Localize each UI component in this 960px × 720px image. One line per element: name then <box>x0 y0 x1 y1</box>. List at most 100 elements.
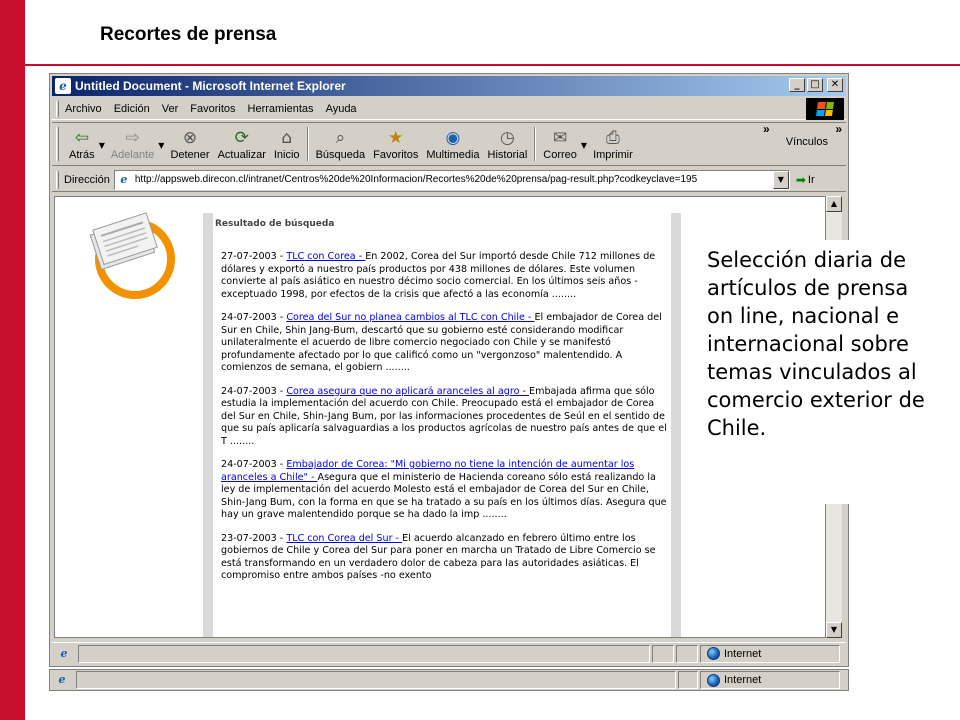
ie-page-icon: e <box>60 646 68 660</box>
scroll-down-button[interactable]: ▼ <box>826 622 842 638</box>
windows-logo <box>806 98 844 120</box>
links-chevron[interactable]: » <box>835 122 842 136</box>
print-label: Imprimir <box>593 149 633 161</box>
stop-label: Detener <box>170 149 210 161</box>
ie-page-icon: e <box>120 172 128 186</box>
back-button[interactable]: ⇦ Atrás <box>65 127 99 161</box>
favorites-label: Favoritos <box>373 149 419 161</box>
search-results: Resultado de búsqueda 27-07-2003 - TLC c… <box>215 219 671 594</box>
address-dropdown[interactable]: ▼ <box>772 170 789 189</box>
zone-label: Internet <box>724 647 762 660</box>
window-title: Untitled Document - Microsoft Internet E… <box>75 79 346 93</box>
status-cell <box>676 644 698 663</box>
go-arrow-icon: ➡ <box>795 172 806 187</box>
forward-button[interactable]: ⇨ Adelante <box>107 127 158 161</box>
ie-page-icon: e <box>55 78 71 94</box>
back-dropdown[interactable]: ▼ <box>99 141 105 150</box>
status-cell <box>652 644 674 663</box>
result-item: 23-07-2003 - TLC con Corea del Sur - El … <box>215 533 671 583</box>
description-callout: Selección diaria de artículos de prensa … <box>697 240 937 504</box>
window-titlebar[interactable]: e Untitled Document - Microsoft Internet… <box>52 76 846 96</box>
forward-arrow-icon: ⇨ <box>125 128 140 148</box>
menubar-grip[interactable] <box>56 100 59 117</box>
search-icon: ⌕ <box>335 128 346 148</box>
search-button[interactable]: ⌕ Búsqueda <box>312 127 370 161</box>
toolbar-separator <box>306 127 309 161</box>
window-controls: _ □ ✕ <box>789 78 843 92</box>
results-title: Resultado de búsqueda <box>215 219 335 229</box>
address-label: Dirección <box>64 173 110 186</box>
result-link[interactable]: TLC con Corea del Sur - <box>286 533 402 544</box>
ie-page-icon: e <box>58 673 66 686</box>
result-date: 24-07-2003 - <box>221 312 287 323</box>
refresh-icon: ⟳ <box>234 128 249 148</box>
globe-icon <box>707 647 720 660</box>
result-link[interactable]: Corea asegura que no aplicará aranceles … <box>286 386 529 397</box>
toolbar-grip[interactable] <box>56 127 59 161</box>
status-text-cell <box>76 671 676 689</box>
go-label: Ir <box>807 173 815 186</box>
standard-toolbar: ⇦ Atrás ▼ ⇨ Adelante ▼ ⊗ Detener ⟳ Actua… <box>52 122 846 166</box>
security-zone: Internet <box>700 671 840 689</box>
links-bar-label[interactable]: Vínculos <box>786 136 828 148</box>
mail-dropdown[interactable]: ▼ <box>581 141 587 150</box>
maximize-button[interactable]: □ <box>807 78 823 92</box>
result-date: 27-07-2003 - <box>221 251 287 262</box>
forward-label: Adelante <box>110 149 155 161</box>
status-cell <box>678 671 698 689</box>
addressbar-grip[interactable] <box>56 170 59 189</box>
mail-button[interactable]: ✉ Correo <box>539 127 581 161</box>
scroll-up-button[interactable]: ▲ <box>826 196 842 212</box>
content-column-border-right <box>671 213 681 637</box>
result-item: 24-07-2003 - Embajador de Corea: "Mi gob… <box>215 459 671 522</box>
forward-dropdown[interactable]: ▼ <box>158 141 164 150</box>
menu-favoritos[interactable]: Favoritos <box>190 103 235 115</box>
windows-flag-icon <box>816 102 834 116</box>
menu-bar: Archivo Edición Ver Favoritos Herramient… <box>52 98 846 120</box>
close-button[interactable]: ✕ <box>827 78 843 92</box>
stop-icon: ⊗ <box>182 128 198 148</box>
media-icon: ◉ <box>445 128 461 148</box>
home-label: Inicio <box>273 149 300 161</box>
minimize-button[interactable]: _ <box>789 78 805 92</box>
zone-label: Internet <box>724 674 762 686</box>
toolbar-separator <box>534 127 537 161</box>
address-bar: Dirección e http://appsweb.direcon.cl/in… <box>52 168 846 192</box>
home-button[interactable]: ⌂ Inicio <box>270 127 304 161</box>
result-link[interactable]: Corea del Sur no planea cambios al TLC c… <box>286 312 534 323</box>
stop-button[interactable]: ⊗ Detener <box>166 127 213 161</box>
status-text-cell <box>78 644 650 663</box>
go-button[interactable]: ➡ Ir <box>796 173 815 187</box>
menu-archivo[interactable]: Archivo <box>65 103 102 115</box>
menu-ayuda[interactable]: Ayuda <box>326 103 357 115</box>
result-date: 24-07-2003 - <box>221 459 287 470</box>
result-item: 27-07-2003 - TLC con Corea - En 2002, Co… <box>215 251 671 301</box>
back-label: Atrás <box>69 149 95 161</box>
menu-herramientas[interactable]: Herramientas <box>248 103 314 115</box>
newspaper-logo-icon <box>89 212 175 299</box>
refresh-button[interactable]: ⟳ Actualizar <box>214 127 270 161</box>
status-bar: e Internet <box>52 642 846 664</box>
mail-label: Correo <box>543 149 577 161</box>
favorites-icon: ★ <box>388 128 404 148</box>
search-label: Búsqueda <box>315 149 366 161</box>
print-icon: ⎙ <box>606 128 620 148</box>
menu-ver[interactable]: Ver <box>162 103 179 115</box>
globe-icon <box>707 673 720 687</box>
history-icon: ◷ <box>499 128 515 148</box>
history-button[interactable]: ◷ Historial <box>484 127 532 161</box>
result-link[interactable]: TLC con Corea - <box>286 251 365 262</box>
back-arrow-icon: ⇦ <box>74 128 89 148</box>
media-button[interactable]: ◉ Multimedia <box>422 127 483 161</box>
favorites-button[interactable]: ★ Favoritos <box>369 127 422 161</box>
title-rule <box>25 64 960 66</box>
result-item: 24-07-2003 - Corea del Sur no planea cam… <box>215 312 671 375</box>
toolbar-chevron[interactable]: » <box>763 122 770 136</box>
refresh-label: Actualizar <box>217 149 266 161</box>
menu-edicion[interactable]: Edición <box>114 103 150 115</box>
media-label: Multimedia <box>426 149 480 161</box>
print-button[interactable]: ⎙ Imprimir <box>589 127 637 161</box>
address-input[interactable]: e http://appsweb.direcon.cl/intranet/Cen… <box>113 169 790 190</box>
result-date: 23-07-2003 - <box>221 532 287 544</box>
content-column-border-left <box>203 213 213 637</box>
